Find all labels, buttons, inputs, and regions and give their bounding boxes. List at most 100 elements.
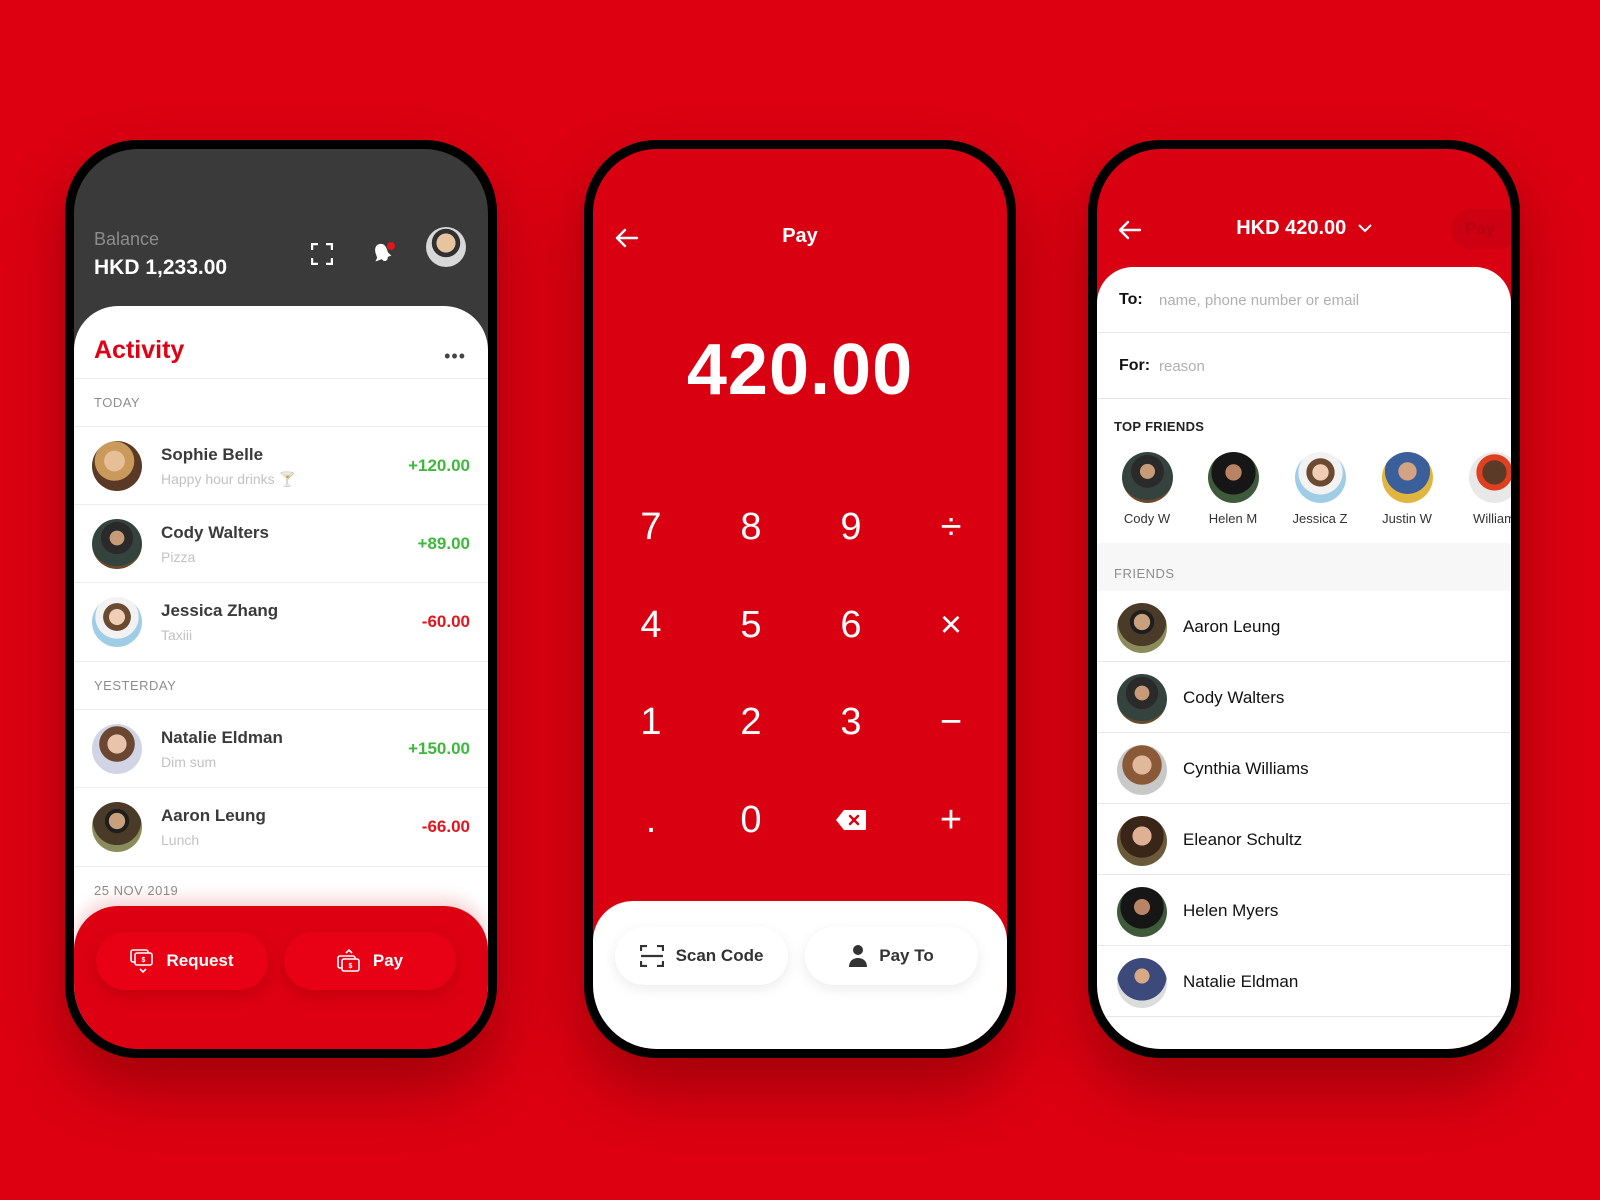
- scan-code-label: Scan Code: [675, 946, 764, 965]
- top-friend-item[interactable]: Helen M: [1193, 452, 1273, 526]
- avatar: [92, 724, 142, 774]
- pay-to-label: Pay To: [879, 946, 934, 965]
- transaction-row[interactable]: Aaron Leung Lunch -66.00: [74, 787, 488, 865]
- amount-selector[interactable]: HKD 420.00: [1097, 217, 1511, 240]
- avatar: [1121, 452, 1173, 503]
- page-title: HKD 420.00: [1236, 217, 1347, 239]
- key-9[interactable]: 9: [801, 479, 901, 577]
- pay-to-card: To: For: TOP FRIENDS Cody W Helen M: [1097, 267, 1511, 1049]
- transaction-row[interactable]: Natalie Eldman Dim sum +150.00: [74, 709, 488, 787]
- action-bar: Scan Code Pay To: [593, 901, 1007, 1049]
- friend-row[interactable]: Cynthia Williams: [1097, 733, 1511, 804]
- to-input[interactable]: [1159, 283, 1489, 317]
- transaction-row[interactable]: Jessica Zhang Taxiii -60.00: [74, 582, 488, 660]
- key-plus[interactable]: +: [901, 772, 1001, 870]
- svg-text:$: $: [142, 957, 146, 964]
- pay-button-label: Pay: [372, 951, 404, 970]
- chevron-down-icon: [1358, 224, 1372, 233]
- avatar: [1117, 958, 1167, 1008]
- action-bar: $ Request $ Pay: [74, 906, 488, 1049]
- scan-icon: [639, 945, 664, 967]
- activity-title: Activity: [94, 336, 185, 364]
- key-backspace[interactable]: [801, 772, 901, 870]
- pay-to-button[interactable]: Pay To: [805, 927, 978, 985]
- top-friend-item[interactable]: William: [1454, 452, 1511, 526]
- avatar: [1294, 452, 1346, 503]
- key-multiply[interactable]: ×: [901, 577, 1001, 675]
- avatar: [92, 802, 142, 852]
- friend-name: Cody Walters: [1183, 688, 1285, 707]
- scan-code-button[interactable]: Scan Code: [615, 927, 788, 985]
- page-title: Pay: [782, 225, 818, 247]
- for-field-row: For:: [1097, 333, 1511, 399]
- pay-money-icon: $: [337, 948, 360, 972]
- transaction-name: Sophie Belle: [161, 445, 264, 464]
- key-decimal[interactable]: .: [601, 772, 701, 870]
- avatar: [92, 597, 142, 647]
- notification-bell-icon[interactable]: [370, 239, 398, 267]
- avatar: [1117, 887, 1167, 937]
- avatar: [1117, 816, 1167, 866]
- top-friend-item[interactable]: Justin W: [1367, 452, 1447, 526]
- top-friend-item[interactable]: Jessica Z: [1280, 452, 1360, 526]
- phone-pay-screen: Pay 420.00 7 8 9 ÷ 4 5 6 × 1 2 3 − . 0 +: [584, 140, 1016, 1058]
- friend-row[interactable]: Eleanor Schultz: [1097, 804, 1511, 875]
- svg-text:$: $: [348, 963, 352, 970]
- pay-to-screen: HKD 420.00 Pay To: For: TOP FRIENDS Cody…: [1097, 149, 1511, 1049]
- key-4[interactable]: 4: [601, 577, 701, 675]
- key-1[interactable]: 1: [601, 674, 701, 772]
- friend-name: Cynthia Williams: [1183, 759, 1309, 778]
- to-label: To:: [1119, 291, 1143, 308]
- avatar: [1207, 452, 1259, 503]
- profile-avatar[interactable]: [426, 227, 466, 267]
- key-minus[interactable]: −: [901, 674, 1001, 772]
- transaction-amount: +150.00: [408, 739, 470, 758]
- key-7[interactable]: 7: [601, 479, 701, 577]
- transaction-note: Taxiii: [161, 627, 193, 643]
- section-header-yesterday: YESTERDAY: [74, 661, 488, 709]
- key-0[interactable]: 0: [701, 772, 801, 870]
- friend-row[interactable]: Helen Myers: [1097, 875, 1511, 946]
- avatar: [92, 519, 142, 569]
- key-2[interactable]: 2: [701, 674, 801, 772]
- pay-button[interactable]: $ Pay: [284, 932, 456, 990]
- transaction-row[interactable]: Sophie Belle Happy hour drinks 🍸 +120.00: [74, 426, 488, 504]
- scan-icon[interactable]: [311, 243, 333, 265]
- request-button[interactable]: $ Request: [96, 932, 268, 990]
- section-header-today: TODAY: [74, 378, 488, 426]
- key-divide[interactable]: ÷: [901, 479, 1001, 577]
- friend-row[interactable]: Aaron Leung: [1097, 591, 1511, 662]
- for-input[interactable]: [1159, 349, 1489, 383]
- backspace-icon: [836, 810, 866, 831]
- friends-heading: FRIENDS: [1097, 543, 1511, 591]
- transaction-name: Natalie Eldman: [161, 728, 283, 747]
- pay-button-disabled[interactable]: Pay: [1451, 209, 1511, 249]
- for-label: For:: [1119, 357, 1151, 374]
- key-5[interactable]: 5: [701, 577, 801, 675]
- top-friends-heading: TOP FRIENDS: [1114, 419, 1205, 434]
- pay-screen: Pay 420.00 7 8 9 ÷ 4 5 6 × 1 2 3 − . 0 +: [593, 149, 1007, 1049]
- top-friend-name: Jessica Z: [1292, 511, 1348, 526]
- key-3[interactable]: 3: [801, 674, 901, 772]
- top-friend-name: Cody W: [1123, 511, 1171, 526]
- key-6[interactable]: 6: [801, 577, 901, 675]
- top-friends-list: Cody W Helen M Jessica Z Justin W Willia…: [1097, 452, 1511, 542]
- transaction-name: Cody Walters: [161, 523, 270, 542]
- balance-label: Balance: [94, 229, 160, 249]
- to-field-row: To:: [1097, 267, 1511, 333]
- avatar: [1117, 745, 1167, 795]
- friend-name: Eleanor Schultz: [1183, 830, 1303, 849]
- avatar: [1117, 674, 1167, 724]
- friend-row[interactable]: Natalie Eldman: [1097, 946, 1511, 1017]
- top-friend-name: William: [1473, 511, 1511, 526]
- keypad: 7 8 9 ÷ 4 5 6 × 1 2 3 − . 0 +: [601, 479, 1001, 869]
- request-button-label: Request: [166, 951, 234, 970]
- transaction-note: Happy hour drinks 🍸: [161, 471, 296, 487]
- more-options-icon[interactable]: •••: [444, 346, 466, 367]
- top-friend-item[interactable]: Cody W: [1107, 452, 1187, 526]
- friend-row[interactable]: Cody Walters: [1097, 662, 1511, 733]
- transaction-row[interactable]: Cody Walters Pizza +89.00: [74, 504, 488, 582]
- avatar: [1381, 452, 1433, 503]
- key-8[interactable]: 8: [701, 479, 801, 577]
- avatar: [1468, 452, 1511, 503]
